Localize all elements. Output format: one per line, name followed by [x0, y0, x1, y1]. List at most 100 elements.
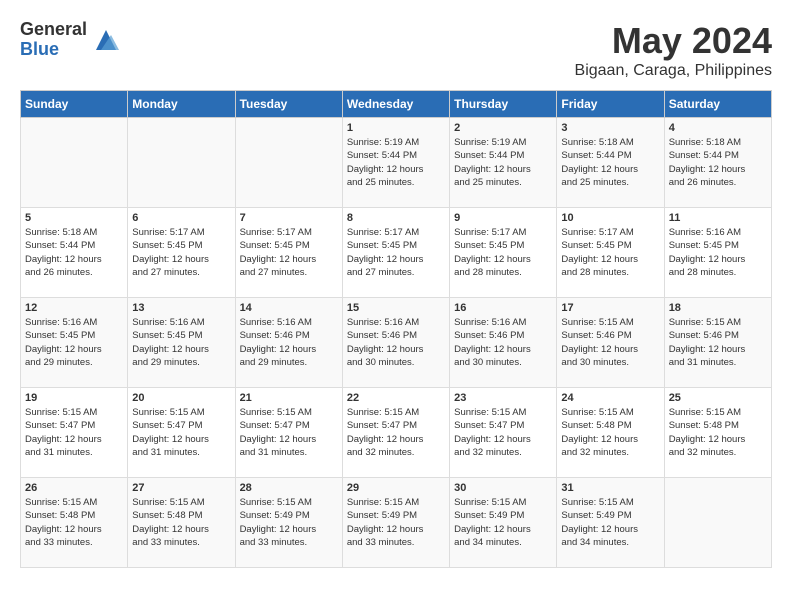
calendar-cell — [128, 118, 235, 208]
calendar-cell: 9 Sunrise: 5:17 AM Sunset: 5:45 PM Daylig… — [450, 208, 557, 298]
calendar-cell: 22 Sunrise: 5:15 AM Sunset: 5:47 PM Dayli… — [342, 388, 449, 478]
calendar-week-row: 1 Sunrise: 5:19 AM Sunset: 5:44 PM Daylig… — [21, 118, 772, 208]
day-info: Sunrise: 5:16 AM Sunset: 5:45 PM Dayligh… — [25, 316, 123, 369]
day-number: 31 — [561, 482, 659, 494]
day-info: Sunrise: 5:15 AM Sunset: 5:48 PM Dayligh… — [669, 406, 767, 459]
logo-general-text: General — [20, 20, 87, 40]
day-number: 6 — [132, 212, 230, 224]
day-number: 30 — [454, 482, 552, 494]
day-info: Sunrise: 5:19 AM Sunset: 5:44 PM Dayligh… — [347, 136, 445, 189]
calendar-cell: 14 Sunrise: 5:16 AM Sunset: 5:46 PM Dayli… — [235, 298, 342, 388]
day-number: 24 — [561, 392, 659, 404]
day-header-sunday: Sunday — [21, 91, 128, 118]
day-number: 26 — [25, 482, 123, 494]
calendar-week-row: 26 Sunrise: 5:15 AM Sunset: 5:48 PM Dayli… — [21, 478, 772, 568]
calendar-cell: 18 Sunrise: 5:15 AM Sunset: 5:46 PM Dayli… — [664, 298, 771, 388]
day-info: Sunrise: 5:17 AM Sunset: 5:45 PM Dayligh… — [454, 226, 552, 279]
calendar-cell: 21 Sunrise: 5:15 AM Sunset: 5:47 PM Dayli… — [235, 388, 342, 478]
calendar-cell: 15 Sunrise: 5:16 AM Sunset: 5:46 PM Dayli… — [342, 298, 449, 388]
calendar-week-row: 12 Sunrise: 5:16 AM Sunset: 5:45 PM Dayli… — [21, 298, 772, 388]
day-number: 13 — [132, 302, 230, 314]
day-info: Sunrise: 5:17 AM Sunset: 5:45 PM Dayligh… — [240, 226, 338, 279]
day-info: Sunrise: 5:18 AM Sunset: 5:44 PM Dayligh… — [25, 226, 123, 279]
calendar-cell — [21, 118, 128, 208]
calendar-cell: 17Sunrise: 5:15 AM Sunset: 5:46 PM Dayli… — [557, 298, 664, 388]
day-info: Sunrise: 5:18 AM Sunset: 5:44 PM Dayligh… — [669, 136, 767, 189]
calendar-cell: 28 Sunrise: 5:15 AM Sunset: 5:49 PM Dayli… — [235, 478, 342, 568]
calendar-table: SundayMondayTuesdayWednesdayThursdayFrid… — [20, 90, 772, 568]
calendar-cell: 26 Sunrise: 5:15 AM Sunset: 5:48 PM Dayli… — [21, 478, 128, 568]
day-info: Sunrise: 5:19 AM Sunset: 5:44 PM Dayligh… — [454, 136, 552, 189]
day-number: 4 — [669, 122, 767, 134]
day-number: 20 — [132, 392, 230, 404]
calendar-cell — [664, 478, 771, 568]
calendar-week-row: 19 Sunrise: 5:15 AM Sunset: 5:47 PM Dayli… — [21, 388, 772, 478]
day-number: 18 — [669, 302, 767, 314]
day-number: 22 — [347, 392, 445, 404]
page-subtitle: Bigaan, Caraga, Philippines — [575, 62, 772, 80]
day-number: 9 — [454, 212, 552, 224]
day-info: Sunrise: 5:15 AM Sunset: 5:46 PM Dayligh… — [561, 316, 659, 369]
calendar-cell: 2Sunrise: 5:19 AM Sunset: 5:44 PM Daylig… — [450, 118, 557, 208]
day-header-saturday: Saturday — [664, 91, 771, 118]
day-info: Sunrise: 5:15 AM Sunset: 5:47 PM Dayligh… — [240, 406, 338, 459]
calendar-cell: 6Sunrise: 5:17 AM Sunset: 5:45 PM Daylig… — [128, 208, 235, 298]
calendar-cell: 29Sunrise: 5:15 AM Sunset: 5:49 PM Dayli… — [342, 478, 449, 568]
day-number: 16 — [454, 302, 552, 314]
day-number: 7 — [240, 212, 338, 224]
calendar-cell: 31 Sunrise: 5:15 AM Sunset: 5:49 PM Dayli… — [557, 478, 664, 568]
day-header-friday: Friday — [557, 91, 664, 118]
calendar-cell: 4 Sunrise: 5:18 AM Sunset: 5:44 PM Daylig… — [664, 118, 771, 208]
day-number: 5 — [25, 212, 123, 224]
day-info: Sunrise: 5:15 AM Sunset: 5:49 PM Dayligh… — [240, 496, 338, 549]
calendar-cell: 5 Sunrise: 5:18 AM Sunset: 5:44 PM Daylig… — [21, 208, 128, 298]
calendar-cell: 19 Sunrise: 5:15 AM Sunset: 5:47 PM Dayli… — [21, 388, 128, 478]
day-info: Sunrise: 5:16 AM Sunset: 5:46 PM Dayligh… — [240, 316, 338, 369]
calendar-cell: 16 Sunrise: 5:16 AM Sunset: 5:46 PM Dayli… — [450, 298, 557, 388]
day-info: Sunrise: 5:15 AM Sunset: 5:47 PM Dayligh… — [132, 406, 230, 459]
day-number: 12 — [25, 302, 123, 314]
day-info: Sunrise: 5:15 AM Sunset: 5:46 PM Dayligh… — [669, 316, 767, 369]
logo-blue-text: Blue — [20, 40, 87, 60]
day-info: Sunrise: 5:15 AM Sunset: 5:48 PM Dayligh… — [132, 496, 230, 549]
day-info: Sunrise: 5:15 AM Sunset: 5:48 PM Dayligh… — [25, 496, 123, 549]
day-number: 23 — [454, 392, 552, 404]
day-info: Sunrise: 5:15 AM Sunset: 5:48 PM Dayligh… — [561, 406, 659, 459]
day-info: Sunrise: 5:15 AM Sunset: 5:47 PM Dayligh… — [347, 406, 445, 459]
calendar-cell: 27 Sunrise: 5:15 AM Sunset: 5:48 PM Dayli… — [128, 478, 235, 568]
day-info: Sunrise: 5:17 AM Sunset: 5:45 PM Dayligh… — [561, 226, 659, 279]
calendar-header-row: SundayMondayTuesdayWednesdayThursdayFrid… — [21, 91, 772, 118]
day-header-thursday: Thursday — [450, 91, 557, 118]
calendar-cell: 30 Sunrise: 5:15 AM Sunset: 5:49 PM Dayli… — [450, 478, 557, 568]
day-number: 21 — [240, 392, 338, 404]
day-header-wednesday: Wednesday — [342, 91, 449, 118]
page-title: May 2024 — [575, 20, 772, 62]
calendar-cell: 23Sunrise: 5:15 AM Sunset: 5:47 PM Dayli… — [450, 388, 557, 478]
day-number: 3 — [561, 122, 659, 134]
calendar-cell: 11Sunrise: 5:16 AM Sunset: 5:45 PM Dayli… — [664, 208, 771, 298]
day-header-monday: Monday — [128, 91, 235, 118]
calendar-cell: 8 Sunrise: 5:17 AM Sunset: 5:45 PM Daylig… — [342, 208, 449, 298]
day-number: 25 — [669, 392, 767, 404]
day-info: Sunrise: 5:15 AM Sunset: 5:49 PM Dayligh… — [561, 496, 659, 549]
day-info: Sunrise: 5:15 AM Sunset: 5:49 PM Dayligh… — [454, 496, 552, 549]
day-number: 15 — [347, 302, 445, 314]
day-number: 14 — [240, 302, 338, 314]
day-number: 29 — [347, 482, 445, 494]
day-info: Sunrise: 5:16 AM Sunset: 5:45 PM Dayligh… — [669, 226, 767, 279]
day-number: 28 — [240, 482, 338, 494]
calendar-cell: 10Sunrise: 5:17 AM Sunset: 5:45 PM Dayli… — [557, 208, 664, 298]
day-number: 1 — [347, 122, 445, 134]
day-info: Sunrise: 5:17 AM Sunset: 5:45 PM Dayligh… — [347, 226, 445, 279]
day-number: 8 — [347, 212, 445, 224]
day-number: 19 — [25, 392, 123, 404]
calendar-cell: 3Sunrise: 5:18 AM Sunset: 5:44 PM Daylig… — [557, 118, 664, 208]
calendar-week-row: 5 Sunrise: 5:18 AM Sunset: 5:44 PM Daylig… — [21, 208, 772, 298]
logo-icon — [91, 25, 121, 55]
day-info: Sunrise: 5:16 AM Sunset: 5:46 PM Dayligh… — [454, 316, 552, 369]
day-number: 27 — [132, 482, 230, 494]
calendar-cell: 25 Sunrise: 5:15 AM Sunset: 5:48 PM Dayli… — [664, 388, 771, 478]
day-info: Sunrise: 5:15 AM Sunset: 5:47 PM Dayligh… — [25, 406, 123, 459]
calendar-cell: 13Sunrise: 5:16 AM Sunset: 5:45 PM Dayli… — [128, 298, 235, 388]
day-info: Sunrise: 5:16 AM Sunset: 5:46 PM Dayligh… — [347, 316, 445, 369]
